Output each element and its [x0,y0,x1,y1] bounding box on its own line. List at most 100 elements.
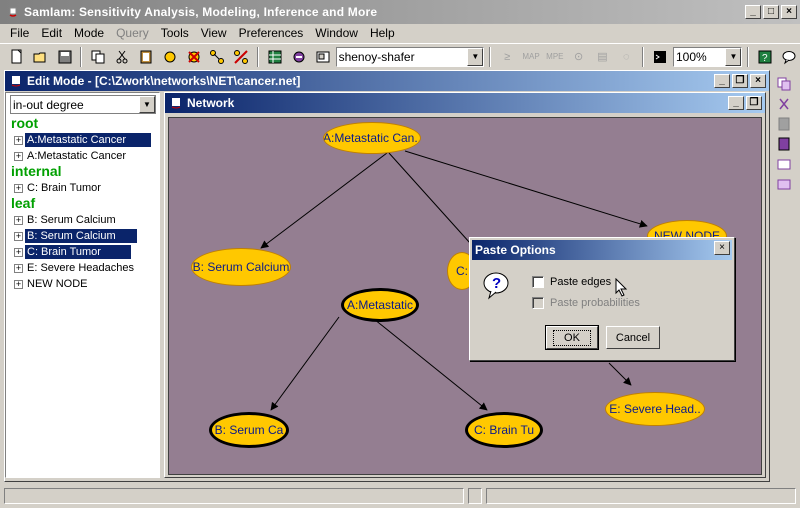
delete-node-icon[interactable] [183,46,205,68]
minimize-button[interactable]: _ [728,96,744,110]
expand-icon[interactable]: + [14,247,23,257]
network-node[interactable]: C: Brain Tu [465,412,543,448]
edge-a-b[interactable] [260,152,388,249]
restore-button[interactable]: ❐ [732,74,748,88]
close-button[interactable]: × [750,74,766,88]
paste-special-icon[interactable] [775,136,793,152]
compile-icon[interactable] [288,46,310,68]
minimize-button[interactable]: _ [714,74,730,88]
toolbar: shenoy-shafer ▼ ≥ MAP MPE ⊙ ▤ ◌ 100% ▼ ? [0,43,800,69]
network-node[interactable]: B: Serum Ca [209,412,289,448]
network-info-icon[interactable] [312,46,334,68]
paste-options-dialog: Paste Options × ? Paste edges Paste prob… [469,237,735,361]
expand-icon[interactable]: + [14,231,23,241]
mouse-cursor-icon [615,278,628,297]
menu-window[interactable]: Window [309,26,364,40]
chevron-down-icon[interactable]: ▼ [467,47,484,66]
select-icon[interactable] [775,176,793,192]
menu-view[interactable]: View [195,26,233,40]
prior-icon[interactable]: ◌ [615,46,637,68]
right-toolstrip [772,72,796,222]
zoom-select[interactable]: 100% ▼ [672,46,743,67]
network-node[interactable]: A:Metastatic [341,288,419,322]
menu-edit[interactable]: Edit [35,26,68,40]
add-node-icon[interactable] [159,46,181,68]
paste-icon[interactable] [775,116,793,132]
tree-item[interactable]: + C: Brain Tumor [14,244,131,260]
new-icon[interactable] [6,46,28,68]
tree-item[interactable]: + C: Brain Tumor [14,180,103,196]
paste-probabilities-label: Paste probabilities [550,297,640,309]
tree-item[interactable]: + A:Metastatic Cancer [14,132,151,148]
save-icon[interactable] [54,46,76,68]
tree-item[interactable]: + NEW NODE [14,276,90,292]
console-icon[interactable] [649,46,671,68]
cut-icon[interactable] [775,96,793,112]
menu-preferences[interactable]: Preferences [233,26,310,40]
menu-help[interactable]: Help [364,26,401,40]
tree-item-label: B: Serum Calcium [27,214,116,226]
paste-probabilities-box[interactable] [532,297,544,309]
status-cell-main [4,488,464,504]
minimize-button[interactable]: _ [745,5,761,19]
cpt-editor-icon[interactable] [264,46,286,68]
menu-query[interactable]: Query [110,26,155,40]
expand-icon[interactable]: + [14,151,23,161]
chevron-down-icon[interactable]: ▼ [725,47,742,66]
cancel-button[interactable]: Cancel [606,326,660,349]
tree-item-label: E: Severe Headaches [27,262,135,274]
paste-probabilities-checkbox[interactable]: Paste probabilities [532,297,640,309]
paste-icon[interactable] [135,46,157,68]
expand-icon[interactable]: + [14,263,23,273]
comment-icon[interactable] [778,46,800,68]
map-icon[interactable]: MAP [520,46,542,68]
sort-mode-select[interactable]: in-out degree ▼ [10,95,156,114]
sensitivity-icon[interactable]: ≥ [496,46,518,68]
expand-icon[interactable]: + [14,279,23,289]
clipboard-icon[interactable] [775,156,793,172]
dialog-title: Paste Options [472,240,732,260]
dialog-close-button[interactable]: × [714,241,730,255]
paste-edges-box[interactable] [532,276,544,288]
network-node[interactable]: B: Serum Calcium [191,248,291,286]
edge-a2-b2[interactable] [270,316,340,411]
cut-icon[interactable] [111,46,133,68]
expand-icon[interactable]: + [14,215,23,225]
restore-button[interactable]: ❐ [746,96,762,110]
svg-text:?: ? [762,53,768,64]
edge-a-newnode[interactable] [404,150,648,228]
edge-c-e[interactable] [608,362,632,386]
copy-icon[interactable] [87,46,109,68]
network-node[interactable]: A:Metastatic Can.. [323,122,421,154]
algorithm-value: shenoy-shafer [338,49,415,64]
ok-button[interactable]: OK [545,325,599,350]
tree-item[interactable]: + A:Metastatic Cancer [14,148,128,164]
add-edge-icon[interactable] [207,46,229,68]
tree-item[interactable]: + B: Serum Calcium [14,228,137,244]
menu-mode[interactable]: Mode [68,26,110,40]
svg-text:?: ? [492,275,501,292]
expand-icon[interactable]: + [14,183,23,193]
algorithm-select[interactable]: shenoy-shafer ▼ [335,46,485,67]
close-button[interactable]: × [781,5,797,19]
open-icon[interactable] [30,46,52,68]
network-node[interactable]: E: Severe Head.. [605,392,705,426]
delete-edge-icon[interactable] [230,46,252,68]
copy-icon[interactable] [775,76,793,92]
menu-tools[interactable]: Tools [155,26,195,40]
menubar: File Edit Mode Query Tools View Preferences Win… [0,24,800,42]
tree-item[interactable]: + B: Serum Calcium [14,212,118,228]
menu-file[interactable]: File [4,26,35,40]
monitor-icon[interactable]: ▤ [592,46,614,68]
maximize-button[interactable]: □ [763,5,779,19]
evidence-icon[interactable]: ⊙ [568,46,590,68]
help-icon[interactable]: ? [754,46,776,68]
chevron-down-icon[interactable]: ▼ [139,96,155,113]
java-icon [11,76,21,87]
tree-item[interactable]: + E: Severe Headaches [14,260,136,276]
network-window-titlebar: Network _ ❐ [165,93,765,113]
expand-icon[interactable]: + [14,135,23,145]
mpe-icon[interactable]: MPE [544,46,566,68]
edge-a-c[interactable] [388,152,480,254]
paste-edges-checkbox[interactable]: Paste edges [532,276,611,288]
